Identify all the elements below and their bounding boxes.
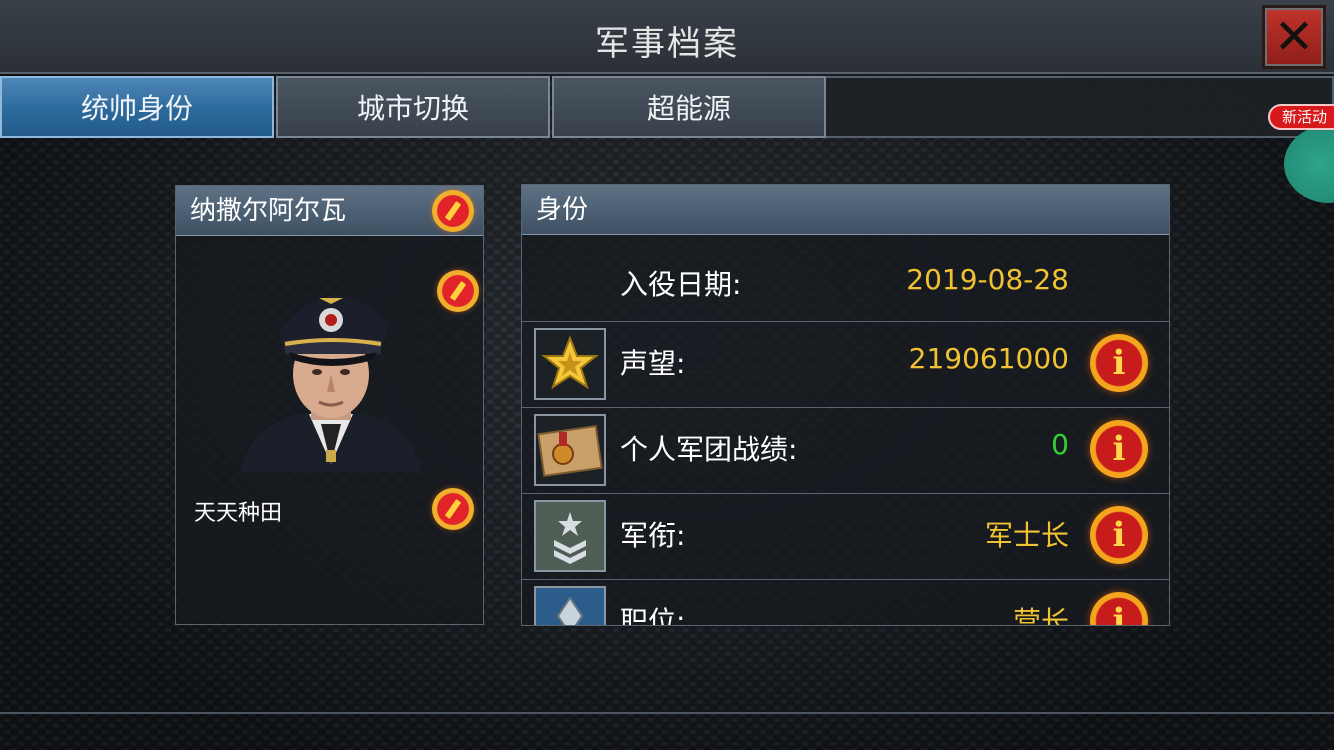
rank-row: 军衔: 军士长 i [522, 493, 1169, 579]
tab-bar: 统帅身份 城市切换 超能源 [0, 76, 1334, 138]
position-value: 营长 [1012, 605, 1069, 626]
gold-star-icon [534, 328, 606, 400]
prestige-row: 声望: 219061000 i [522, 321, 1169, 407]
commander-panel: 纳撒尔阿尔瓦 天天种田 [175, 185, 484, 625]
new-event-badge[interactable]: 新活动 [1268, 104, 1334, 130]
legion-record-row: 个人军团战绩: 0 i [522, 407, 1169, 493]
commander-name: 天天种田 [194, 501, 283, 526]
enlist-date-value: 2019-08-28 [906, 263, 1069, 296]
edit-name-icon[interactable] [432, 488, 474, 530]
rank-info-icon[interactable]: i [1090, 506, 1148, 564]
close-button[interactable]: ✕ [1262, 5, 1326, 69]
legion-record-info-icon[interactable]: i [1090, 420, 1148, 478]
commander-title: 纳撒尔阿尔瓦 [190, 196, 347, 226]
position-row: 职位: 营长 i [522, 579, 1169, 626]
rank-chevron-icon [534, 500, 606, 572]
enlist-date-label: 入役日期: [620, 268, 742, 301]
close-icon: ✕ [1273, 9, 1315, 65]
identity-header: 身份 [522, 185, 1169, 235]
rank-value: 军士长 [984, 519, 1069, 552]
legion-record-value: 0 [1051, 428, 1069, 461]
page-title: 军事档案 [595, 24, 739, 64]
legion-record-label: 个人军团战绩: [620, 433, 798, 466]
prestige-value: 219061000 [908, 342, 1069, 375]
medal-certificate-icon [534, 414, 606, 486]
rank-label: 军衔: [620, 519, 686, 552]
position-badge-icon [534, 586, 606, 625]
edit-portrait-icon[interactable] [437, 270, 479, 312]
edit-title-icon[interactable] [432, 190, 474, 232]
tab-bar-filler [826, 76, 1334, 138]
tab-commander-identity[interactable]: 统帅身份 [0, 76, 274, 138]
commander-title-header: 纳撒尔阿尔瓦 [176, 186, 483, 236]
position-info-icon[interactable]: i [1090, 592, 1148, 625]
commander-portrait[interactable] [231, 274, 431, 472]
tab-city-switch[interactable]: 城市切换 [276, 76, 550, 138]
tab-super-energy[interactable]: 超能源 [552, 76, 826, 138]
prestige-label: 声望: [620, 347, 686, 380]
position-label: 职位: [620, 605, 686, 626]
top-bar: 军事档案 ✕ [0, 0, 1334, 74]
identity-panel: 身份 入役日期: 2019-08-28 声望: 219061000 i 个人军团… [521, 184, 1170, 626]
prestige-info-icon[interactable]: i [1090, 334, 1148, 392]
bottom-divider [0, 712, 1334, 714]
enlist-date-row: 入役日期: 2019-08-28 [522, 235, 1169, 321]
